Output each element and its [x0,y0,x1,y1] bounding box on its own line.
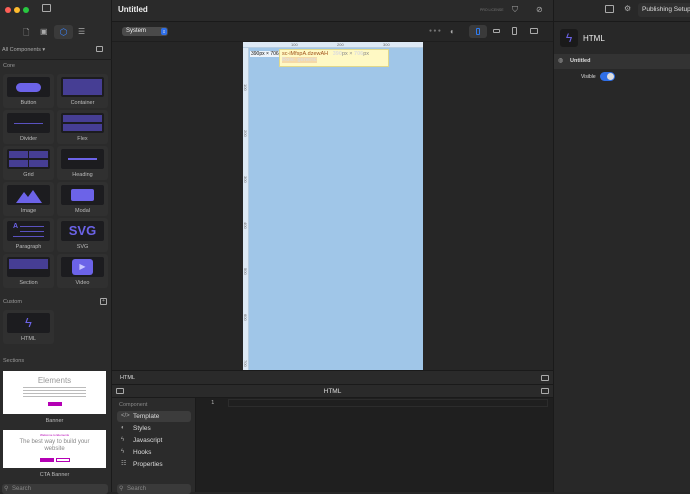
component-container[interactable]: Container [57,74,108,108]
search-icon: ⚲ [4,484,8,494]
code-icon: </> [121,411,130,422]
appearance-toggle-icon[interactable]: ◐ [450,27,455,36]
color-scheme-select[interactable]: System⇕ [122,27,168,36]
component-grid[interactable]: Grid [3,146,54,180]
container-thumb-icon [63,79,102,95]
component-modal[interactable]: Modal [57,182,108,216]
menu-styles[interactable]: ◐Styles [117,423,191,434]
core-section-label: Core [3,63,15,69]
section-banner-thumb[interactable]: Elements [3,371,106,414]
phone-landscape-icon[interactable] [493,29,500,33]
visible-label: Visible [581,74,596,80]
pages-tab-icon[interactable]: 🗋 [23,27,29,41]
element-tooltip: sc-iMfspA.dzewAH 390px × 706px Role: gen… [279,49,389,67]
zoom-window-button[interactable] [23,7,29,13]
menu-template[interactable]: </>Template [117,411,191,422]
palette-icon: ◐ [121,423,125,434]
menu-hooks[interactable]: ϟHooks [117,447,191,458]
component-image[interactable]: Image [3,182,54,216]
component-svg[interactable]: SVGSVG [57,218,108,252]
inspector-component-name: HTML [583,34,605,43]
line-number: 1 [211,400,214,406]
section-cta-banner-label: CTA Banner [0,472,109,478]
editor-menu: Component </>Template ◐Styles ϟJavascrip… [112,398,196,492]
main-area: Untitled PRO LICENSE ⛉ ⊘ System⇕ ● ● ● ◐… [112,0,553,492]
menu-javascript[interactable]: ϟJavascript [117,435,191,446]
close-window-button[interactable] [5,7,11,13]
section-thumb-icon [9,259,48,269]
grid-thumb-icon [29,160,48,167]
layers-tab-icon[interactable]: ☰ [78,27,85,36]
list-icon: ☷ [121,459,126,470]
inspector-section-header[interactable]: ◍ Untitled [554,54,690,69]
assets-tab-icon[interactable]: ▣ [40,27,48,36]
button-thumb-icon [16,83,41,92]
lightning-icon: ϟ [121,447,124,458]
palette-icon: ◍ [558,57,563,64]
shield-icon[interactable]: ⛉ [512,5,518,15]
component-flex[interactable]: Flex [57,110,108,144]
code-editor[interactable]: 1 [196,398,553,492]
license-badge[interactable]: PRO LICENSE [480,8,504,12]
gear-icon[interactable]: ⚙ [624,4,631,13]
component-button[interactable]: Button [3,74,54,108]
publishing-setup-button[interactable]: Publishing Setup [638,3,690,17]
section-cta-banner-thumb[interactable]: Welcome to Elements The best way to buil… [3,430,106,468]
components-tab-icon[interactable]: ⬡ [54,25,73,39]
chevron-updown-icon: ⇕ [161,28,167,35]
ruler-left: 100 200 300 400 500 600 700 [243,48,249,370]
search-icon: ⚲ [119,484,123,494]
lightning-icon: ϟ [7,315,50,330]
menu-properties[interactable]: ☷Properties [117,459,191,470]
compass-icon[interactable]: ⊘ [536,5,543,14]
lightning-icon: ϟ [121,435,124,446]
components-filter[interactable]: All Components ▾ [2,47,45,53]
heading-thumb-icon [68,158,97,160]
divider-thumb-icon [14,123,43,124]
sidebar-toggle-icon[interactable] [42,4,51,12]
desktop-icon[interactable] [530,28,538,34]
component-divider[interactable]: Divider [3,110,54,144]
custom-section-label: Custom [3,299,22,305]
sections-label: Sections [3,358,24,364]
preview-frame[interactable]: 100 200 300 100 200 300 400 500 600 700 … [243,42,423,370]
modal-thumb-icon [71,189,94,201]
right-panel-toggle-icon[interactable] [541,388,549,394]
svg-thumb-icon: SVG [61,223,104,238]
component-paragraph[interactable]: AParagraph [3,218,54,252]
device-phone-portrait-button[interactable] [469,25,487,38]
component-search-input[interactable]: ⚲Search [2,484,108,494]
panel-toggle-icon[interactable] [541,375,549,381]
component-heading[interactable]: Heading [57,146,108,180]
minimize-window-button[interactable] [14,7,20,13]
breadcrumb[interactable]: HTML [120,375,135,381]
lightning-icon: ϟ [560,29,578,47]
ruler-top: 100 200 300 [243,42,423,48]
inspector-panel: ⚙ Publishing Setup ϟ HTML ◍ Untitled Vis… [553,0,690,492]
phone-icon [476,28,480,35]
video-thumb-icon: ▶ [72,259,93,275]
section-banner-label: Banner [0,418,109,424]
component-section[interactable]: Section [3,254,54,288]
add-custom-icon[interactable]: + [100,298,107,305]
flex-thumb-icon [63,124,102,131]
editor-title: HTML [112,388,553,395]
document-title: Untitled [118,5,148,14]
tablet-icon[interactable] [512,27,517,35]
component-video[interactable]: ▶Video [57,254,108,288]
zoom-dots[interactable]: ● ● ● [429,28,441,34]
image-thumb-icon [16,188,42,203]
component-html[interactable]: ϟHTML [3,310,54,344]
menu-search-input[interactable]: ⚲Search [117,484,191,494]
inspector-toggle-icon[interactable] [605,5,614,13]
paragraph-thumb-icon: A [13,223,18,230]
visible-toggle[interactable] [600,72,615,81]
component-sidebar: 🗋 ▣ ⬡ ☰ All Components ▾ Core Button Con… [0,0,112,492]
collapse-icon[interactable] [96,46,103,52]
